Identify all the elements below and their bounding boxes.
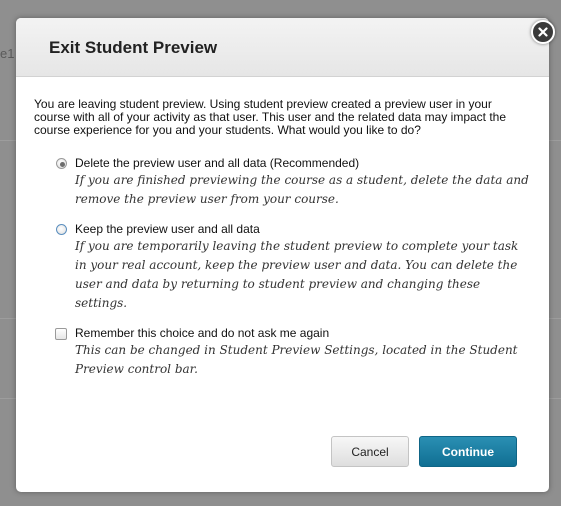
cancel-button[interactable]: Cancel	[331, 436, 409, 467]
radio-keep-preview-user[interactable]	[56, 224, 67, 235]
dialog-body: You are leaving student preview. Using s…	[16, 77, 549, 379]
dialog-header: Exit Student Preview	[16, 18, 549, 77]
continue-button[interactable]: Continue	[419, 436, 517, 467]
option-description: This can be changed in Student Preview S…	[75, 343, 518, 376]
dialog-intro-text: You are leaving student preview. Using s…	[34, 97, 507, 137]
option-label[interactable]: Delete the preview user and all data (Re…	[75, 156, 529, 170]
option-description: If you are finished previewing the cours…	[75, 173, 529, 206]
remember-choice-checkbox[interactable]	[55, 328, 67, 340]
option-description: If you are temporarily leaving the stude…	[75, 239, 519, 310]
option-label[interactable]: Remember this choice and do not ask me a…	[75, 326, 529, 340]
option-remember-choice[interactable]: Remember this choice and do not ask me a…	[34, 326, 529, 379]
radio-delete-preview-user[interactable]	[56, 158, 67, 169]
dialog-button-row: Cancel Continue	[331, 436, 517, 467]
option-delete-preview-user[interactable]: Delete the preview user and all data (Re…	[34, 156, 529, 209]
option-label[interactable]: Keep the preview user and all data	[75, 222, 529, 236]
close-button[interactable]	[531, 20, 555, 44]
option-keep-preview-user[interactable]: Keep the preview user and all data If yo…	[34, 222, 529, 313]
exit-student-preview-dialog: Exit Student Preview You are leaving stu…	[16, 18, 549, 492]
background-text-fragment: e1	[0, 46, 15, 61]
close-icon	[538, 27, 548, 37]
dialog-title: Exit Student Preview	[49, 38, 218, 57]
